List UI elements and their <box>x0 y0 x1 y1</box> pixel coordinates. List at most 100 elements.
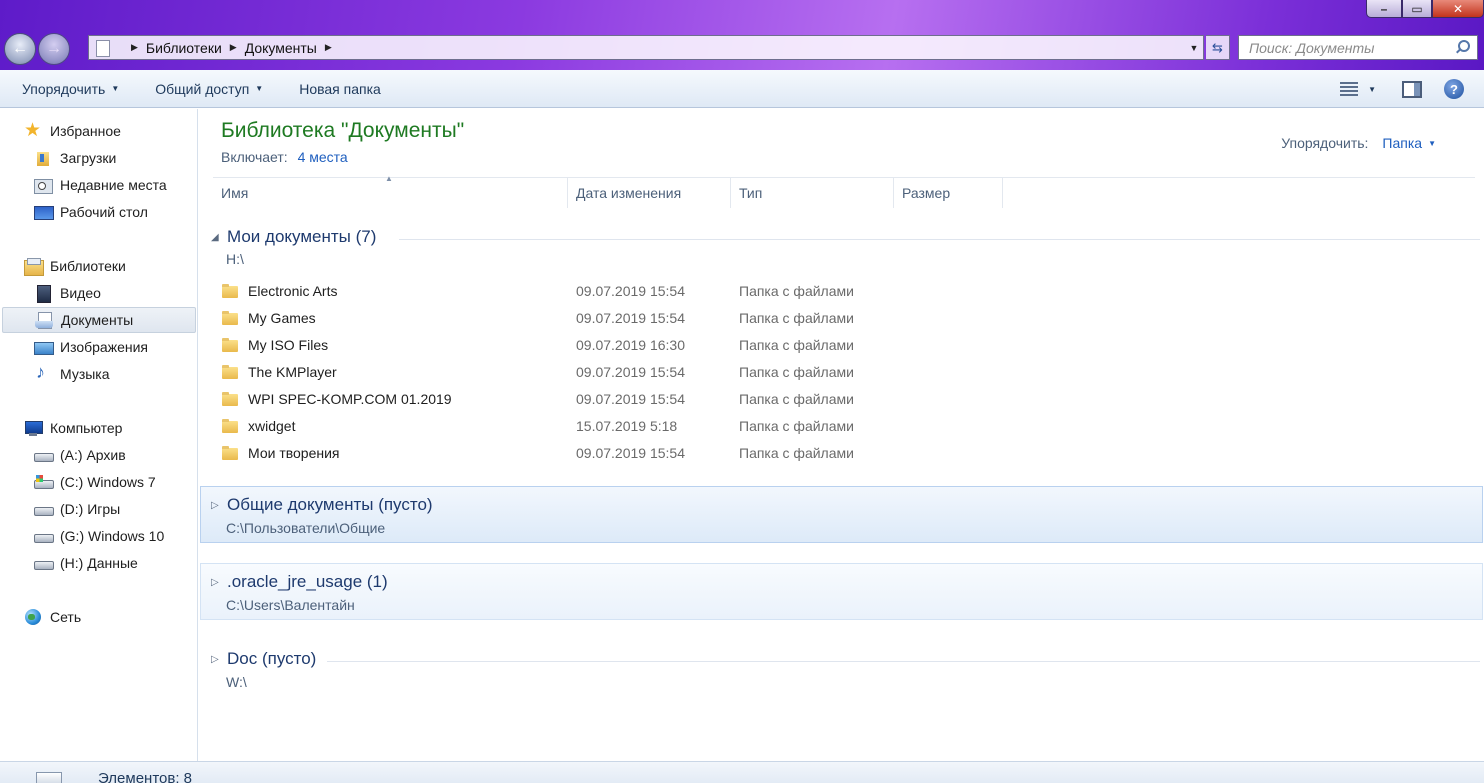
nav-recent-places[interactable]: Недавние места <box>0 172 196 198</box>
location-group-public-documents[interactable]: ▷ Общие документы (пусто) C:\Пользовател… <box>200 486 1483 543</box>
window-titlebar: – ▭ ✕ ← → ▶ Библиотеки ▶ Документы ▶ ▼ ⇆… <box>0 0 1484 70</box>
table-row[interactable]: Мои творения 09.07.2019 15:54 Папка с фа… <box>221 439 1471 466</box>
group-header[interactable]: ▷ Doc (пусто) <box>211 649 316 669</box>
arrow-left-icon: ← <box>12 40 28 57</box>
new-folder-button[interactable]: Новая папка <box>299 81 381 97</box>
group-path: C:\Пользователи\Общие <box>226 520 386 536</box>
view-details-icon[interactable] <box>1340 81 1360 97</box>
chevron-down-icon: ▼ <box>111 84 120 93</box>
system-drive-icon <box>34 474 54 490</box>
file-type: Папка с файлами <box>739 417 854 434</box>
table-row[interactable]: Electronic Arts 09.07.2019 15:54 Папка с… <box>221 277 1471 304</box>
group-title: .oracle_jre_usage (1) <box>227 572 388 591</box>
nav-drive-h[interactable]: (H:) Данные <box>0 550 196 576</box>
file-type: Папка с файлами <box>739 336 854 353</box>
file-name: My Games <box>248 309 316 326</box>
close-button[interactable]: ✕ <box>1432 0 1484 18</box>
breadcrumb-documents[interactable]: Документы <box>245 40 317 56</box>
address-bar[interactable]: ▶ Библиотеки ▶ Документы ▶ ▼ <box>88 35 1204 60</box>
table-row[interactable]: My Games 09.07.2019 15:54 Папка с файлам… <box>221 304 1471 331</box>
file-name: xwidget <box>248 417 296 434</box>
arrange-by-dropdown[interactable]: Папка <box>1382 135 1422 151</box>
computer-icon <box>24 420 43 436</box>
view-controls: ▼ ? <box>1340 70 1484 108</box>
file-name: Мои творения <box>248 444 340 461</box>
breadcrumb-separator-icon[interactable]: ▶ <box>325 42 332 53</box>
nav-downloads[interactable]: Загрузки <box>0 145 196 171</box>
expand-triangle-icon[interactable]: ▷ <box>211 577 227 588</box>
organize-button[interactable]: Упорядочить ▼ <box>22 81 119 97</box>
group-title: Мои документы (7) <box>227 227 377 246</box>
nav-item-label: Рабочий стол <box>60 204 148 220</box>
nav-desktop[interactable]: Рабочий стол <box>0 199 196 225</box>
location-group-my-documents: ◢ Мои документы (7) H:\ Electronic Arts … <box>199 227 1484 467</box>
nav-drive-a[interactable]: (A:) Архив <box>0 442 196 468</box>
documents-library-icon <box>35 312 53 329</box>
breadcrumb-separator-icon[interactable]: ▶ <box>230 42 237 53</box>
nav-drive-d[interactable]: (D:) Игры <box>0 496 196 522</box>
group-header[interactable]: ◢ Мои документы (7) <box>211 227 376 247</box>
nav-item-label: Сеть <box>50 609 82 625</box>
file-date: 09.07.2019 15:54 <box>576 309 685 326</box>
preview-pane-icon[interactable] <box>1402 80 1422 98</box>
view-options-dropdown[interactable]: ▼ <box>1368 85 1376 94</box>
search-input[interactable]: Поиск: Документы <box>1238 35 1478 60</box>
nav-music[interactable]: Музыка <box>0 361 196 387</box>
address-history-dropdown[interactable]: ▼ <box>1185 43 1203 53</box>
refresh-button[interactable]: ⇆ <box>1206 35 1230 60</box>
table-row[interactable]: WPI SPEC-KOMP.COM 01.2019 09.07.2019 15:… <box>221 385 1471 412</box>
file-date: 09.07.2019 15:54 <box>576 444 685 461</box>
column-header-name[interactable]: Имя <box>213 178 568 208</box>
search-icon[interactable] <box>1455 40 1470 54</box>
folder-icon <box>221 337 239 353</box>
nav-network[interactable]: Сеть <box>0 604 196 630</box>
arrange-label: Упорядочить: <box>1281 135 1369 151</box>
nav-video[interactable]: Видео <box>0 280 196 306</box>
file-date: 09.07.2019 15:54 <box>576 282 685 299</box>
file-name: My ISO Files <box>248 336 329 353</box>
hard-drive-icon <box>34 501 54 517</box>
share-button[interactable]: Общий доступ ▼ <box>155 81 263 97</box>
nav-item-label: (G:) Windows 10 <box>60 528 165 544</box>
location-group-oracle-jre-usage[interactable]: ▷ .oracle_jre_usage (1) C:\Users\Валента… <box>200 563 1483 620</box>
minimize-icon: – <box>1380 1 1388 16</box>
nav-drive-c[interactable]: (C:) Windows 7 <box>0 469 196 495</box>
maximize-button[interactable]: ▭ <box>1402 0 1432 18</box>
forward-button[interactable]: → <box>38 33 70 65</box>
table-row[interactable]: The KMPlayer 09.07.2019 15:54 Папка с фа… <box>221 358 1471 385</box>
breadcrumb-libraries[interactable]: Библиотеки <box>146 40 222 56</box>
group-header[interactable]: ▷ Общие документы (пусто) <box>211 495 433 515</box>
group-header[interactable]: ▷ .oracle_jre_usage (1) <box>211 572 388 592</box>
nav-libraries[interactable]: Библиотеки <box>0 253 196 279</box>
table-row[interactable]: My ISO Files 09.07.2019 16:30 Папка с фа… <box>221 331 1471 358</box>
column-header-size[interactable]: Размер <box>894 178 1003 208</box>
nav-favorites[interactable]: Избранное <box>0 118 196 144</box>
chevron-down-icon[interactable]: ▼ <box>1428 139 1436 148</box>
includes-locations-link[interactable]: 4 места <box>298 149 348 165</box>
nav-images[interactable]: Изображения <box>0 334 196 360</box>
nav-item-label: Изображения <box>60 339 148 355</box>
star-icon <box>24 119 42 142</box>
nav-documents[interactable]: Документы <box>2 307 196 333</box>
expand-triangle-icon[interactable]: ▷ <box>211 654 227 665</box>
nav-item-label: Недавние места <box>60 177 167 193</box>
navigation-pane: Избранное Загрузки Недавние места Рабочи… <box>0 109 198 761</box>
help-icon[interactable]: ? <box>1444 79 1464 99</box>
back-button[interactable]: ← <box>4 33 36 65</box>
nav-computer[interactable]: Компьютер <box>0 415 196 441</box>
nav-item-label: Загрузки <box>60 150 117 166</box>
breadcrumb-separator-icon[interactable]: ▶ <box>131 42 138 53</box>
file-name: Electronic Arts <box>248 282 338 299</box>
table-row[interactable]: xwidget 15.07.2019 5:18 Папка с файлами <box>221 412 1471 439</box>
column-header-type[interactable]: Тип <box>731 178 894 208</box>
column-header-date[interactable]: Дата изменения <box>568 178 731 208</box>
nav-item-label: (D:) Игры <box>60 501 121 517</box>
refresh-icon: ⇆ <box>1212 39 1223 55</box>
minimize-button[interactable]: – <box>1366 0 1402 18</box>
nav-drive-g[interactable]: (G:) Windows 10 <box>0 523 196 549</box>
folder-icon <box>221 283 239 299</box>
nav-item-label: Избранное <box>50 123 121 139</box>
expand-triangle-icon[interactable]: ▷ <box>211 500 227 511</box>
group-title: Общие документы (пусто) <box>227 495 433 514</box>
collapse-triangle-icon[interactable]: ◢ <box>211 232 227 243</box>
